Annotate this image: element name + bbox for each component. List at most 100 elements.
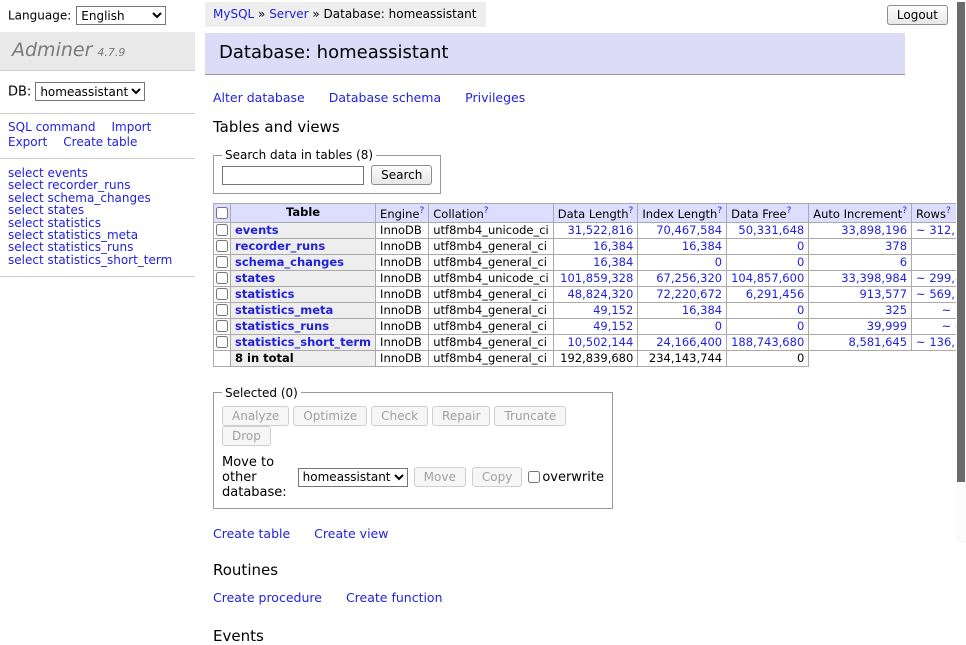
column-help-link[interactable]: ?	[629, 206, 634, 216]
collation-cell: utf8mb4_general_ci	[429, 302, 554, 318]
engine-cell: InnoDB	[376, 270, 429, 286]
sidebar-action-export[interactable]: Export	[8, 135, 47, 149]
scrollbar[interactable]	[956, 0, 966, 543]
create-procedure-link[interactable]: Create procedure	[213, 590, 322, 605]
auto-increment-link[interactable]: 33,398,984	[841, 271, 907, 285]
column-help-link[interactable]: ?	[717, 206, 722, 216]
sidebar-action-sql-command[interactable]: SQL command	[8, 120, 95, 134]
index-length-link[interactable]: 70,467,584	[656, 223, 722, 237]
table-name-link-statistics-runs[interactable]: statistics_runs	[235, 319, 329, 333]
index-length-link[interactable]: 16,384	[682, 239, 722, 253]
database-schema-link[interactable]: Database schema	[329, 90, 441, 105]
table-name-link-states[interactable]: states	[235, 271, 275, 285]
column-help-link[interactable]: ?	[902, 206, 907, 216]
row-checkbox[interactable]	[216, 336, 228, 348]
row-checkbox[interactable]	[216, 272, 228, 284]
breadcrumb-item-server[interactable]: Server	[269, 7, 308, 21]
data-free-link[interactable]: 0	[797, 303, 804, 317]
sidebar-item-select-states[interactable]: select states	[8, 204, 187, 216]
language-select[interactable]: English	[76, 6, 166, 25]
auto-increment-link[interactable]: 325	[885, 303, 907, 317]
privileges-link[interactable]: Privileges	[465, 90, 525, 105]
table-name-link-statistics[interactable]: statistics	[235, 287, 295, 301]
db-select[interactable]: homeassistant	[35, 82, 145, 101]
auto-increment-link[interactable]: 39,999	[867, 319, 907, 333]
row-checkbox[interactable]	[216, 288, 228, 300]
index-length-link[interactable]: 24,166,400	[656, 335, 722, 349]
move-db-select[interactable]: homeassistant	[298, 468, 408, 487]
row-checkbox[interactable]	[216, 320, 228, 332]
data-free-link[interactable]: 6,291,456	[746, 287, 805, 301]
table-name-link-statistics-meta[interactable]: statistics_meta	[235, 303, 333, 317]
alter-database-link[interactable]: Alter database	[213, 90, 305, 105]
sidebar-action-import[interactable]: Import	[111, 120, 151, 134]
sidebar-action-create-table[interactable]: Create table	[63, 135, 137, 149]
table-name-link-recorder-runs[interactable]: recorder_runs	[235, 239, 325, 253]
move-button[interactable]: Move	[414, 467, 466, 487]
data-free-link[interactable]: 50,331,648	[738, 223, 804, 237]
copy-button[interactable]: Copy	[472, 467, 522, 487]
auto-increment-cell: 6	[809, 254, 912, 270]
data-free-link[interactable]: 188,743,680	[731, 335, 804, 349]
index-length-link[interactable]: 67,256,320	[656, 271, 722, 285]
create-view-link[interactable]: Create view	[314, 526, 388, 541]
row-checkbox[interactable]	[216, 240, 228, 252]
overwrite-label[interactable]: overwrite	[542, 470, 604, 485]
total-engine: InnoDB	[376, 350, 429, 366]
data-length-link[interactable]: 16,384	[593, 255, 633, 269]
data-free-link[interactable]: 0	[797, 255, 804, 269]
auto-increment-link[interactable]: 378	[885, 239, 907, 253]
breadcrumb-item-mysql[interactable]: MySQL	[213, 7, 254, 21]
repair-button[interactable]: Repair	[432, 406, 490, 426]
column-help-link[interactable]: ?	[946, 206, 951, 216]
select-all-checkbox[interactable]	[216, 207, 228, 219]
index-length-link[interactable]: 72,220,672	[656, 287, 722, 301]
table-header-row: TableEngine?Collation?Data Length?Index …	[214, 204, 966, 223]
total-data-free: 0	[727, 350, 809, 366]
drop-button[interactable]: Drop	[222, 426, 271, 446]
overwrite-checkbox[interactable]	[528, 471, 540, 483]
optimize-button[interactable]: Optimize	[293, 406, 367, 426]
auto-increment-link[interactable]: 913,577	[859, 287, 907, 301]
data-length-link[interactable]: 101,859,328	[560, 271, 633, 285]
sidebar-item-select-statistics-runs[interactable]: select statistics_runs	[8, 241, 187, 253]
search-input[interactable]	[222, 166, 364, 185]
table-name-link-statistics-short-term[interactable]: statistics_short_term	[235, 335, 371, 349]
check-button[interactable]: Check	[371, 406, 428, 426]
scrollbar-thumb[interactable]	[957, 2, 965, 482]
index-length-cell: 0	[638, 254, 727, 270]
row-checkbox[interactable]	[216, 224, 228, 236]
auto-increment-link[interactable]: 33,898,196	[841, 223, 907, 237]
index-length-link[interactable]: 0	[715, 319, 722, 333]
data-free-link[interactable]: 0	[797, 319, 804, 333]
column-help-link[interactable]: ?	[419, 206, 424, 216]
data-length-link[interactable]: 49,152	[593, 303, 633, 317]
data-length-link[interactable]: 16,384	[593, 239, 633, 253]
auto-increment-link[interactable]: 6	[900, 255, 907, 269]
analyze-button[interactable]: Analyze	[222, 406, 289, 426]
truncate-button[interactable]: Truncate	[494, 406, 566, 426]
sidebar-item-select-statistics-short-term[interactable]: select statistics_short_term	[8, 254, 187, 266]
engine-cell: InnoDB	[376, 334, 429, 350]
row-checkbox[interactable]	[216, 304, 228, 316]
table-name-link-events[interactable]: events	[235, 223, 279, 237]
auto-increment-link[interactable]: 8,581,645	[849, 335, 908, 349]
data-length-link[interactable]: 31,522,816	[567, 223, 633, 237]
index-length-link[interactable]: 0	[715, 255, 722, 269]
data-free-link[interactable]: 0	[797, 239, 804, 253]
data-length-link[interactable]: 49,152	[593, 319, 633, 333]
search-button[interactable]: Search	[371, 165, 432, 185]
table-name-link-schema-changes[interactable]: schema_changes	[235, 255, 344, 269]
data-length-link[interactable]: 48,824,320	[567, 287, 633, 301]
index-length-link[interactable]: 16,384	[682, 303, 722, 317]
create-table-link[interactable]: Create table	[213, 526, 290, 541]
sidebar-item-select-recorder-runs[interactable]: select recorder_runs	[8, 179, 187, 191]
create-function-link[interactable]: Create function	[346, 590, 443, 605]
data-free-link[interactable]: 104,857,600	[731, 271, 804, 285]
logout-button[interactable]: Logout	[887, 5, 948, 25]
row-checkbox[interactable]	[216, 256, 228, 268]
breadcrumb: MySQL » Server » Database: homeassistant	[205, 2, 486, 27]
column-help-link[interactable]: ?	[787, 206, 792, 216]
column-help-link[interactable]: ?	[484, 206, 489, 216]
data-length-link[interactable]: 10,502,144	[567, 335, 633, 349]
